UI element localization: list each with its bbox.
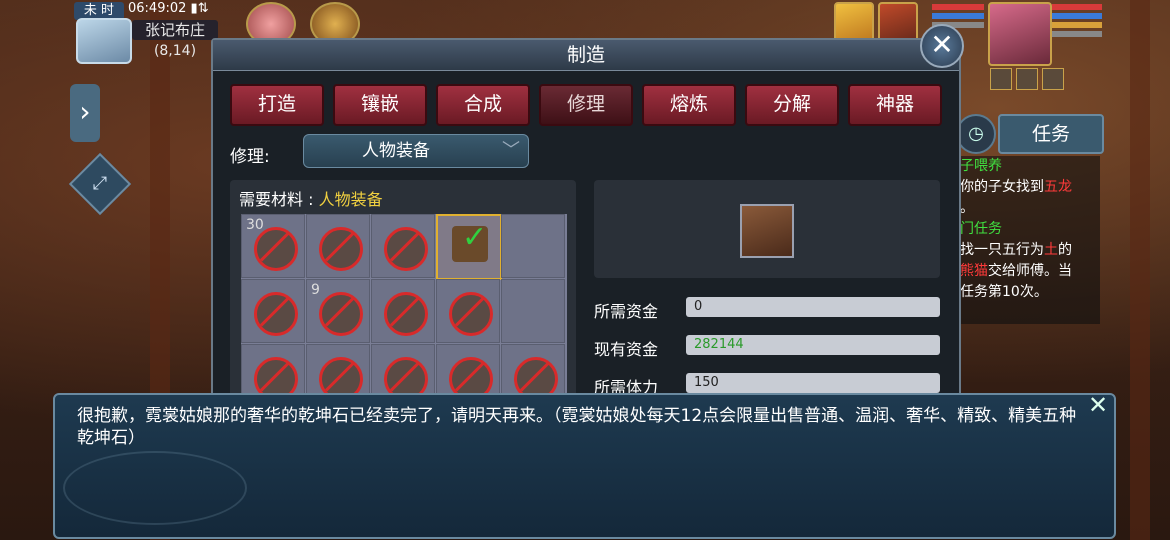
close-panel-button[interactable]: ✕ <box>920 24 964 68</box>
crafting-panel: 制造 打造 镶嵌 合成 修理 熔炼 分解 神器 修理: 人物装备 ﹀ 需要材料 … <box>211 38 961 408</box>
item-slot[interactable]: 30 <box>241 214 305 278</box>
task-text: 你的子女找到五龙 <box>960 179 1072 195</box>
tab-artifact[interactable]: 神器 <box>848 84 942 126</box>
tab-decompose[interactable]: 分解 <box>745 84 839 126</box>
required-funds-label: 所需资金 <box>594 302 659 321</box>
task-title: 子喂养 <box>960 158 1002 174</box>
tab-repair[interactable]: 修理 <box>539 84 633 126</box>
battery-icon: ▮ <box>190 1 198 16</box>
tab-combine[interactable]: 合成 <box>436 84 530 126</box>
item-slot[interactable] <box>241 279 305 343</box>
item-slot[interactable]: 9 <box>306 279 370 343</box>
location-widget[interactable]: 未 时 06:49:02 ▮⇅ 张记布庄 (8,14) <box>70 0 220 64</box>
task-text: 熊猫交给师傅。当 <box>960 263 1072 279</box>
game-clock: 06:49:02 ▮⇅ <box>128 1 209 16</box>
item-slot-empty[interactable] <box>501 279 565 343</box>
unusable-item-icon <box>384 227 428 271</box>
anger-bar <box>1052 22 1102 28</box>
tab-forge[interactable]: 打造 <box>230 84 324 126</box>
materials-box: 需要材料 : 人物装备 30 9 <box>230 180 576 408</box>
item-grid: 30 9 <box>241 214 567 408</box>
pet-avatar-icon[interactable] <box>834 2 874 42</box>
dialog-text: 很抱歉，霓裳姑娘那的奢华的乾坤石已经卖完了，请明天再来。（霓裳姑娘处每天12点会… <box>77 406 1077 448</box>
item-preview-box <box>594 180 940 278</box>
materials-title: 需要材料 : 人物装备 <box>239 190 383 209</box>
player-status-bars <box>1052 4 1102 40</box>
signal-icon: ⇅ <box>197 1 209 16</box>
task-text: 任务第10次。 <box>960 284 1048 300</box>
chevron-down-icon: ﹀ <box>502 140 520 161</box>
buff-icon[interactable] <box>1042 68 1064 90</box>
buff-icon[interactable] <box>990 68 1012 90</box>
required-stamina-value: 150 <box>686 373 940 393</box>
unusable-item-icon <box>254 227 298 271</box>
craft-tabs: 打造 镶嵌 合成 修理 熔炼 分解 神器 <box>230 84 946 126</box>
tab-smelt[interactable]: 熔炼 <box>642 84 736 126</box>
task-tab[interactable]: 任务 <box>998 114 1104 154</box>
required-funds-value: 0 <box>686 297 940 317</box>
item-slot[interactable] <box>436 279 500 343</box>
minimap-icon[interactable] <box>76 18 132 64</box>
armor-preview-icon[interactable] <box>740 204 794 258</box>
item-slot[interactable] <box>371 279 435 343</box>
player-avatar[interactable] <box>988 2 1052 66</box>
summon-avatar-icon[interactable] <box>878 2 918 42</box>
cloud-ornament <box>63 451 247 525</box>
item-slot[interactable] <box>371 214 435 278</box>
unusable-item-icon <box>449 292 493 336</box>
hp-bar <box>1052 4 1102 10</box>
task-text: 。 <box>960 200 974 216</box>
location-name: 张记布庄 <box>132 20 218 40</box>
exp-bar <box>1052 31 1102 37</box>
background-pillar <box>1130 0 1150 540</box>
selected-armor-icon <box>452 220 488 262</box>
task-text: 找一只五行为土的 <box>960 242 1072 258</box>
panel-header: 制造 <box>213 40 959 71</box>
repair-label: 修理: <box>230 147 270 167</box>
unusable-item-icon <box>384 292 428 336</box>
task-timer-icon[interactable]: ◷ <box>956 114 996 154</box>
close-dialog-icon[interactable]: ✕ <box>1084 392 1112 418</box>
task-title: 门任务 <box>960 221 1002 237</box>
task-tracker[interactable]: 子喂养 你的子女找到五龙 。 门任务 找一只五行为土的 熊猫交给师傅。当 任务第… <box>956 156 1100 324</box>
unusable-item-icon <box>319 292 363 336</box>
mp-bar <box>932 13 984 19</box>
select-value: 人物装备 <box>362 141 430 161</box>
item-slot-selected[interactable] <box>436 214 502 280</box>
unusable-item-icon <box>319 227 363 271</box>
npc-dialog[interactable]: 很抱歉，霓裳姑娘那的奢华的乾坤石已经卖完了，请明天再来。（霓裳姑娘处每天12点会… <box>53 393 1116 539</box>
buff-icon[interactable] <box>1016 68 1038 90</box>
panel-title: 制造 <box>566 44 605 66</box>
tab-inlay[interactable]: 镶嵌 <box>333 84 427 126</box>
item-slot[interactable] <box>306 214 370 278</box>
mp-bar <box>1052 13 1102 19</box>
item-slot-empty[interactable] <box>501 214 565 278</box>
current-funds-label: 现有资金 <box>594 340 659 359</box>
hp-bar <box>932 4 984 10</box>
unusable-item-icon <box>254 292 298 336</box>
location-coords: (8,14) <box>153 43 197 59</box>
expand-menu-arrow-icon[interactable]: › <box>70 84 100 142</box>
current-funds-value: 282144 <box>686 335 940 355</box>
repair-category-select[interactable]: 人物装备 ﹀ <box>303 134 529 168</box>
